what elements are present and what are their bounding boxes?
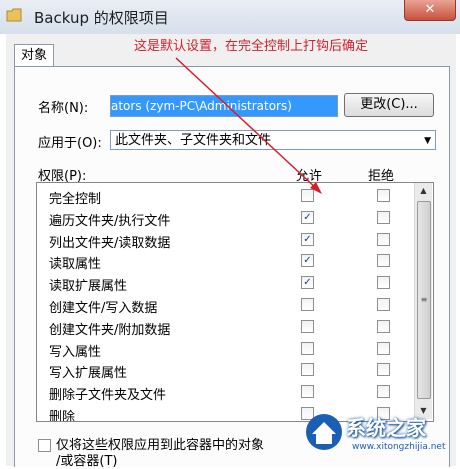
annotation-arrow [175,57,322,194]
watermark-url: www.xitongzhijia.net [352,442,446,452]
watermark: 系统之家 www.xitongzhijia.net [294,406,454,462]
house-logo-icon [306,414,342,450]
watermark-text: 系统之家 [346,416,426,440]
